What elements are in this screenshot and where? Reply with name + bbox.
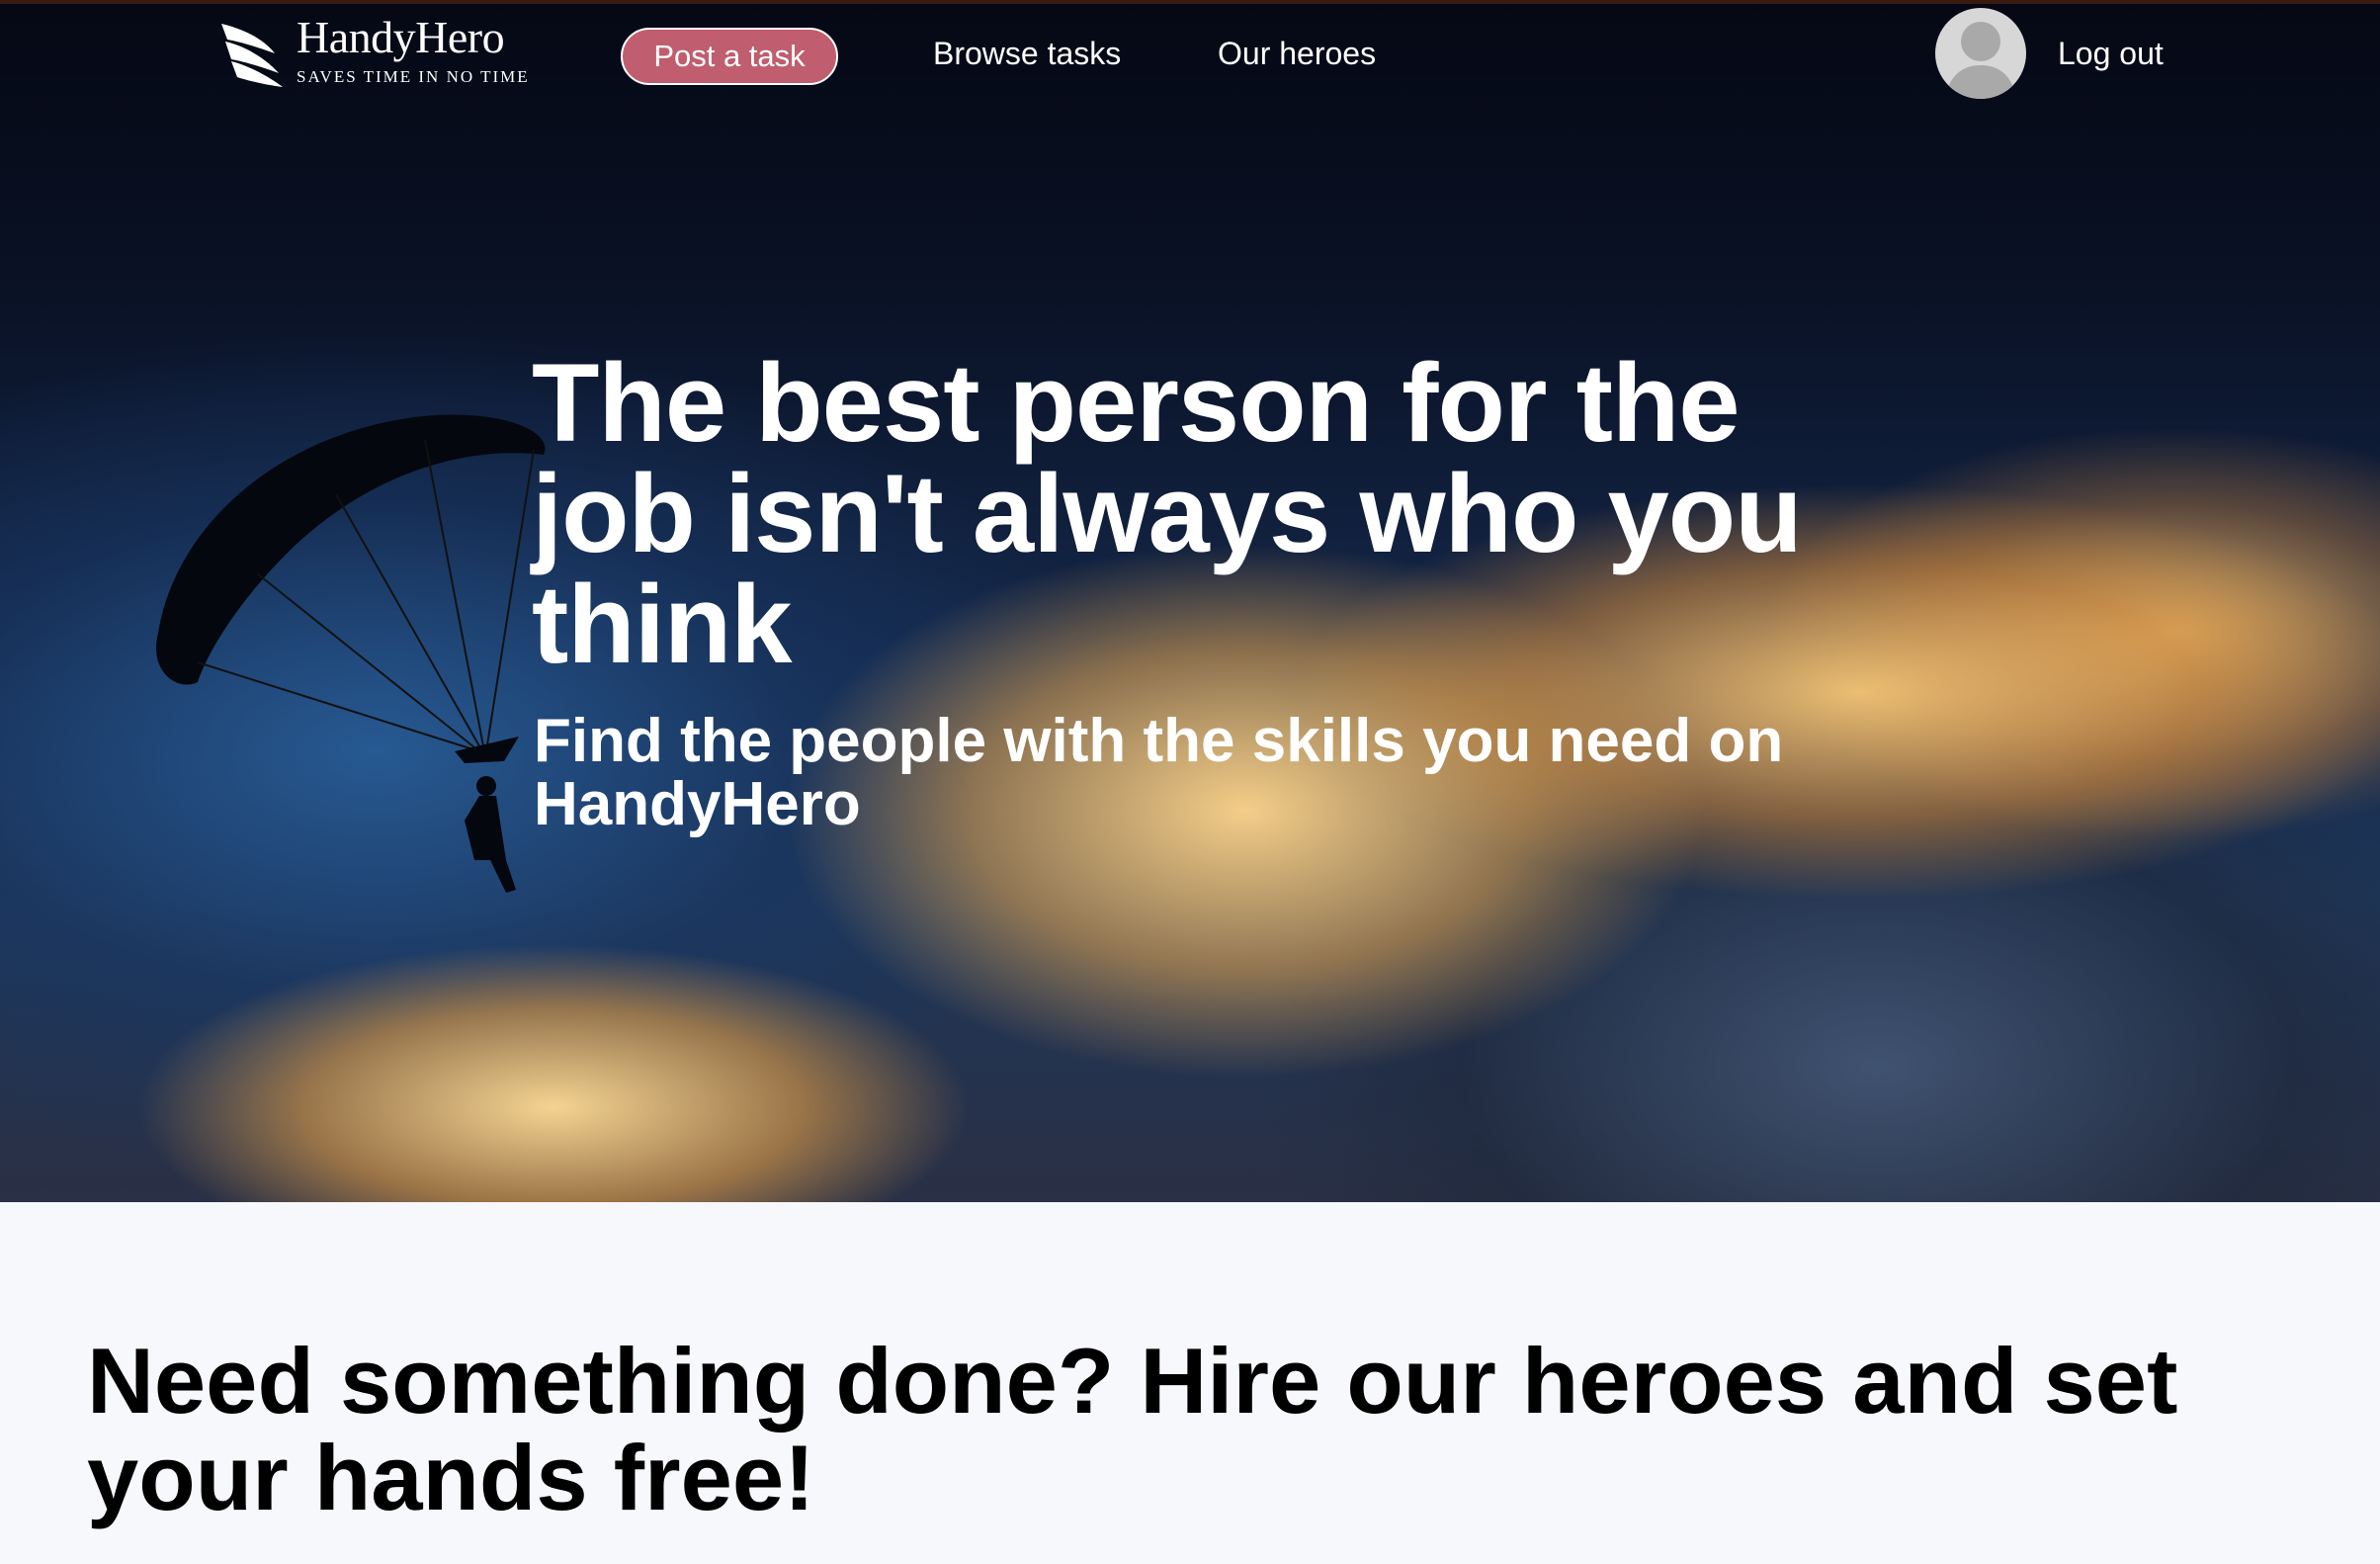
brand-logo[interactable]: HandyHero SAVES TIME IN NO TIME xyxy=(219,14,530,89)
nav-browse-tasks[interactable]: Browse tasks xyxy=(933,36,1121,72)
parachute-image xyxy=(156,414,546,893)
logout-link[interactable]: Log out xyxy=(2058,36,2164,72)
hero-title: The best person for the job isn't always… xyxy=(532,341,1803,686)
nav-our-heroes[interactable]: Our heroes xyxy=(1218,36,1376,72)
hero-banner: HandyHero SAVES TIME IN NO TIME Post a t… xyxy=(0,0,2380,1202)
winged-logo-icon xyxy=(221,24,283,87)
top-navigation: HandyHero SAVES TIME IN NO TIME Post a t… xyxy=(0,0,2380,109)
section-heading: Need something done? Hire our heroes and… xyxy=(87,1329,2178,1529)
logo-tagline: SAVES TIME IN NO TIME xyxy=(297,67,530,86)
hero-subtitle: Find the people with the skills you need… xyxy=(534,707,1784,838)
post-task-button[interactable]: Post a task xyxy=(621,28,838,85)
logo-name: HandyHero xyxy=(297,12,505,62)
user-avatar-icon[interactable] xyxy=(1935,8,2026,99)
